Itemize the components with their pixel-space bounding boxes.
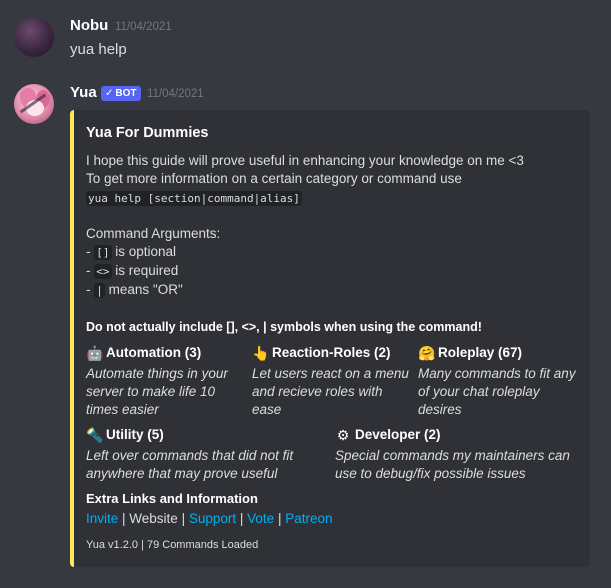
field-roleplay: 🤗 Roleplay (67) Many commands to fit any …: [418, 344, 580, 419]
links-row: Invite | Website | Support | Vote | Patr…: [86, 510, 333, 528]
field-value: Special commands my maintainers can use …: [335, 448, 570, 481]
link-separator: |: [236, 511, 248, 526]
arg-prefix: -: [86, 244, 95, 259]
patreon-link[interactable]: Patreon: [285, 511, 332, 526]
website-label: Website: [129, 511, 178, 526]
link-separator: |: [118, 511, 130, 526]
field-reaction-roles: 👆 Reaction-Roles (2) Let users react on a…: [252, 344, 414, 419]
field-value: Let users react on a menu and recieve ro…: [252, 366, 409, 417]
bot-badge-label: BOT: [115, 88, 137, 99]
gear-icon: ⚙: [336, 427, 350, 443]
help-embed: Yua For Dummies I hope this guide will p…: [70, 110, 590, 567]
arg-text: is required: [111, 263, 179, 278]
author-name[interactable]: Nobu: [70, 17, 108, 34]
message-timestamp: 11/04/2021: [147, 88, 204, 100]
pointing-hand-icon: 👆: [252, 345, 270, 361]
arg-item: - [] is optional: [86, 243, 176, 262]
field-name: Roleplay (67): [438, 345, 523, 360]
check-icon: ✓: [105, 88, 114, 99]
support-link[interactable]: Support: [189, 511, 236, 526]
embed-description-line: To get more information on a certain cat…: [86, 171, 462, 186]
arg-prefix: -: [86, 282, 95, 297]
usage-code-text: yua help [section|command|alias]: [86, 191, 302, 206]
field-name: Reaction-Roles (2): [272, 345, 391, 360]
field-automation: 🤖 Automation (3) Automate things in your …: [86, 344, 246, 419]
link-separator: |: [177, 511, 189, 526]
field-name: Automation (3): [106, 345, 202, 360]
field-utility: 🔦 Utility (5) Left over commands that did…: [86, 426, 318, 483]
arg-text: means "OR": [104, 282, 183, 297]
embed-title: Yua For Dummies: [86, 125, 209, 141]
field-value: Left over commands that did not fit anyw…: [86, 448, 294, 481]
link-separator: |: [274, 511, 286, 526]
arg-text: is optional: [111, 244, 177, 259]
message-timestamp: 11/04/2021: [115, 21, 172, 33]
field-value: Automate things in your server to make l…: [86, 366, 228, 417]
bot-badge: ✓ BOT: [101, 86, 141, 101]
embed-warning: Do not actually include [], <>, | symbol…: [86, 320, 482, 334]
embed-description-line: I hope this guide will prove useful in e…: [86, 153, 524, 168]
avatar[interactable]: [14, 17, 54, 57]
arg-code: |: [94, 283, 105, 298]
arg-item: - | means "OR": [86, 281, 183, 300]
vote-link[interactable]: Vote: [247, 511, 274, 526]
embed-footer: Yua v1.2.0 | 79 Commands Loaded: [86, 539, 259, 551]
usage-code: yua help [section|command|alias]: [86, 189, 302, 208]
field-name: Developer (2): [355, 427, 441, 442]
field-value: Many commands to fit any of your chat ro…: [418, 366, 576, 417]
flashlight-icon: 🔦: [86, 427, 104, 443]
avatar[interactable]: [14, 84, 54, 124]
arg-code: <>: [94, 264, 112, 279]
hugging-face-icon: 🤗: [418, 345, 436, 361]
author-name[interactable]: Yua: [70, 84, 97, 101]
message-text: yua help: [70, 41, 127, 58]
args-heading: Command Arguments:: [86, 226, 221, 241]
arg-code: []: [94, 245, 112, 260]
invite-link[interactable]: Invite: [86, 511, 118, 526]
robot-icon: 🤖: [86, 345, 104, 361]
arg-item: - <> is required: [86, 262, 178, 281]
field-name: Utility (5): [106, 427, 164, 442]
links-heading: Extra Links and Information: [86, 491, 258, 506]
arg-prefix: -: [86, 263, 95, 278]
field-developer: ⚙ Developer (2) Special commands my maint…: [335, 426, 575, 483]
